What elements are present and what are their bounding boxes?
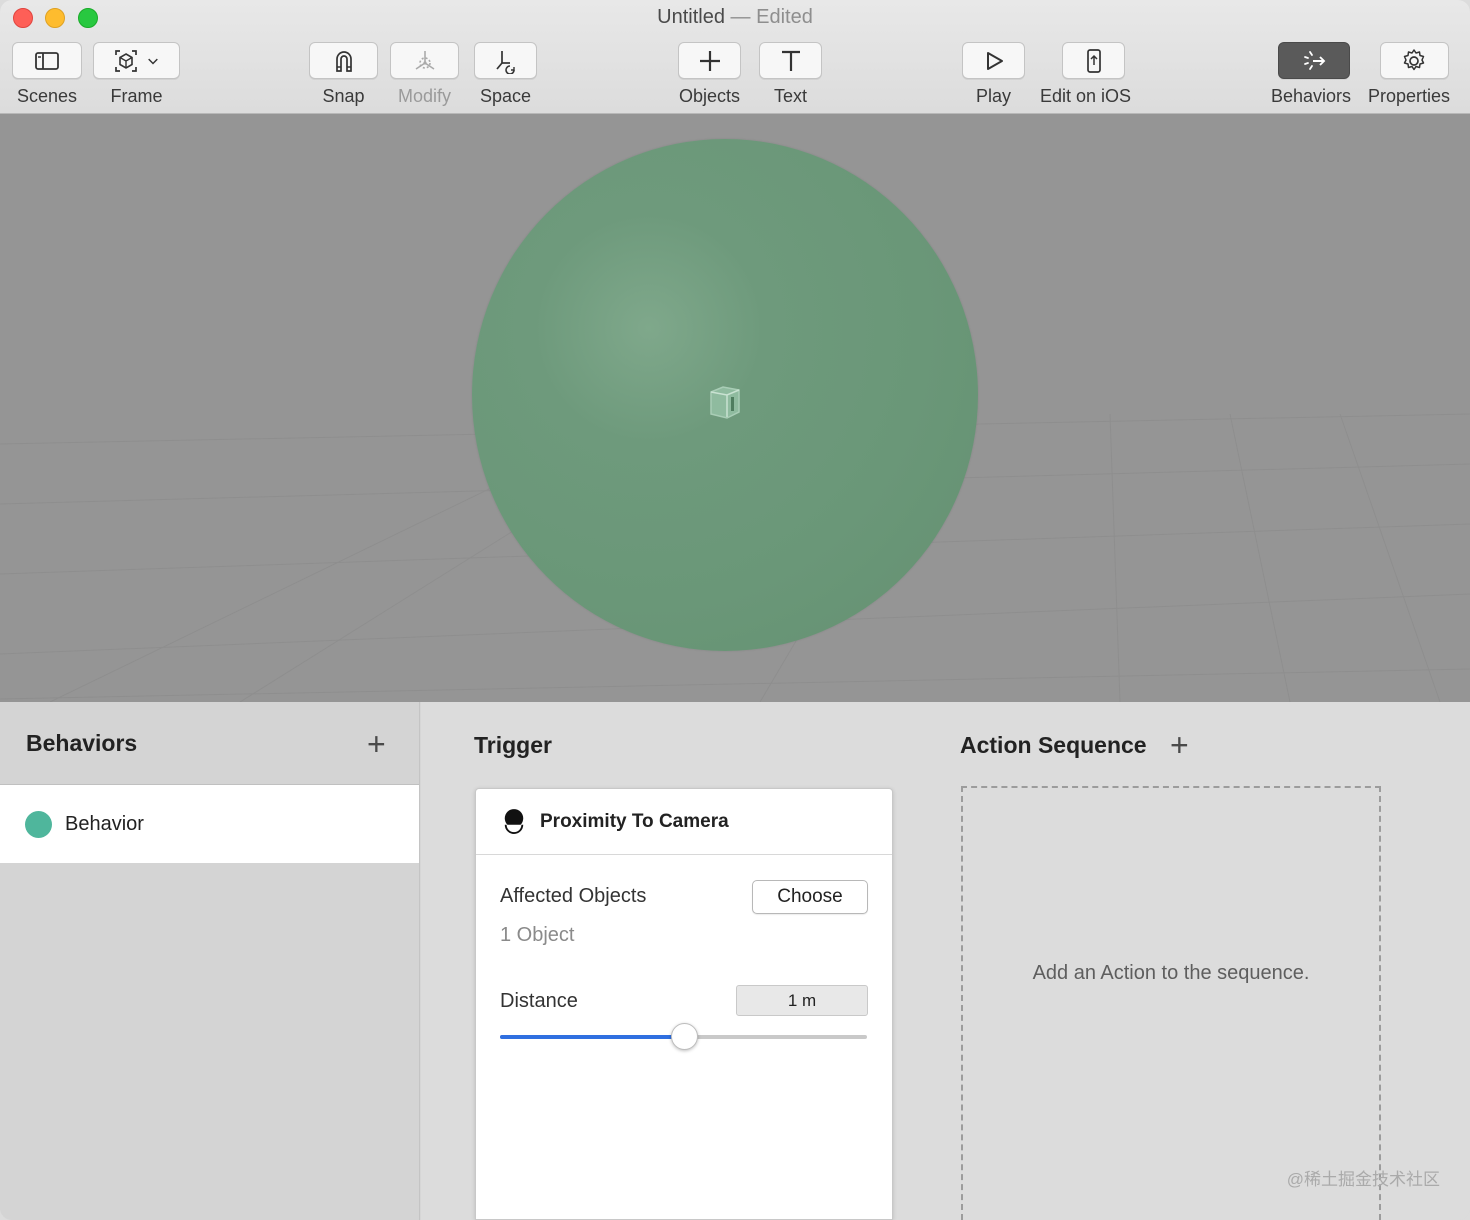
trigger-card-header: Proximity To Camera	[476, 789, 892, 855]
modify-label: Modify	[397, 86, 451, 106]
scene-viewport[interactable]	[0, 114, 1470, 702]
properties-button[interactable]	[1379, 42, 1449, 79]
app-window: Untitled — Edited Scenes Frame Snap Modi…	[0, 0, 1470, 1220]
toolbar-scenes[interactable]: Scenes	[12, 42, 82, 107]
choose-button[interactable]: Choose	[752, 880, 868, 914]
objects-button[interactable]	[678, 42, 741, 79]
text-button[interactable]	[759, 42, 822, 79]
behavior-color-dot	[25, 810, 52, 838]
title-separator: —	[730, 6, 751, 28]
cube-object-icon[interactable]	[705, 382, 745, 422]
chevron-down-icon	[147, 58, 158, 65]
magnet-icon	[335, 50, 352, 72]
behaviors-panel: Behaviors + Behavior	[0, 702, 420, 1220]
watermark: @稀土掘金技术社区	[1286, 1170, 1440, 1189]
action-drop-zone[interactable]: Add an Action to the sequence.	[961, 786, 1381, 1220]
frame-button[interactable]	[93, 42, 180, 79]
toolbar: Untitled — Edited Scenes Frame Snap Modi…	[0, 0, 1470, 114]
behaviors-panel-header: Behaviors +	[0, 702, 419, 785]
toolbar-play[interactable]: Play	[962, 42, 1025, 107]
toolbar-objects[interactable]: Objects	[678, 42, 741, 107]
proximity-camera-icon	[504, 808, 524, 834]
toolbar-properties[interactable]: Properties	[1368, 42, 1450, 107]
behaviors-panel-title: Behaviors	[26, 729, 138, 756]
affected-objects-label: Affected Objects	[500, 885, 647, 907]
action-empty-message: Add an Action to the sequence.	[1032, 961, 1310, 984]
trigger-heading: Trigger	[474, 732, 552, 758]
space-button[interactable]	[474, 42, 537, 79]
toolbar-space[interactable]: Space	[474, 42, 537, 107]
affected-objects-count: 1 Object	[500, 924, 575, 946]
edit-on-ios-label: Edit on iOS	[1040, 86, 1132, 106]
toolbar-modify[interactable]: Modify	[390, 42, 459, 107]
distance-field[interactable]: 1 m	[736, 985, 868, 1016]
coordinate-space-icon	[495, 50, 515, 74]
document-name: Untitled	[657, 6, 725, 28]
behaviors-icon	[1304, 50, 1326, 70]
add-behavior-button[interactable]: +	[367, 728, 386, 760]
properties-label: Properties	[1368, 86, 1451, 106]
modify-axes-icon	[415, 50, 434, 70]
behavior-editor: Trigger Proximity To Camera Affected Obj…	[421, 702, 1470, 1220]
distance-slider-fill	[500, 1035, 684, 1039]
add-action-button[interactable]: +	[1170, 729, 1189, 761]
toolbar-edit-ios[interactable]: Edit on iOS	[1040, 42, 1131, 107]
behaviors-button[interactable]	[1278, 42, 1351, 79]
toolbar-behaviors[interactable]: Behaviors	[1271, 42, 1351, 107]
snap-button[interactable]	[309, 42, 378, 79]
modify-button[interactable]	[390, 42, 459, 79]
action-sequence-heading: Action Sequence	[960, 732, 1147, 758]
snap-label: Snap	[322, 86, 365, 106]
toolbar-frame[interactable]: Frame	[93, 42, 180, 107]
sidebar-icon	[35, 51, 59, 70]
scenes-button[interactable]	[12, 42, 82, 79]
distance-slider-thumb[interactable]	[670, 1023, 698, 1050]
behaviors-label: Behaviors	[1271, 86, 1352, 106]
play-label: Play	[975, 86, 1011, 106]
phone-icon	[1086, 48, 1101, 73]
play-icon	[986, 51, 1003, 70]
plus-icon	[699, 50, 720, 71]
gear-icon	[1403, 48, 1425, 70]
toolbar-snap[interactable]: Snap	[309, 42, 378, 107]
trigger-type-title: Proximity To Camera	[540, 810, 729, 832]
space-label: Space	[479, 86, 532, 106]
toolbar-text[interactable]: Text	[759, 42, 822, 107]
objects-label: Objects	[678, 86, 741, 106]
play-button[interactable]	[962, 42, 1025, 79]
edit-on-ios-button[interactable]	[1062, 42, 1126, 79]
frame-label: Frame	[110, 86, 163, 106]
distance-slider[interactable]	[500, 1023, 867, 1050]
text-label: Text	[773, 86, 807, 106]
behavior-label: Behavior	[65, 812, 144, 835]
scenes-label: Scenes	[16, 86, 78, 106]
window-title: Untitled — Edited	[0, 6, 1470, 29]
text-t-icon	[781, 50, 800, 71]
trigger-card[interactable]: Proximity To Camera Affected Objects 1 O…	[475, 788, 893, 1220]
list-item[interactable]: Behavior	[0, 785, 419, 863]
frame-cube-icon	[114, 49, 137, 72]
edited-status: Edited	[756, 6, 813, 28]
distance-label: Distance	[500, 990, 578, 1012]
